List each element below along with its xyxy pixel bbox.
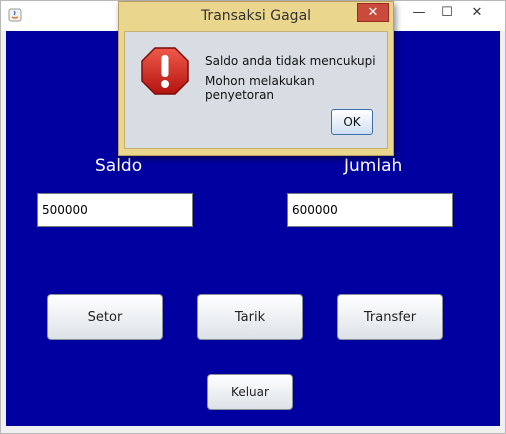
error-stop-icon bbox=[141, 47, 189, 95]
error-dialog: Transaksi Gagal ✕ Saldo anda tidak mencu… bbox=[118, 1, 394, 156]
ok-button[interactable]: OK bbox=[331, 109, 373, 135]
close-button[interactable]: ✕ bbox=[463, 1, 491, 23]
saldo-field[interactable]: 500000 bbox=[37, 193, 193, 227]
jumlah-field[interactable]: 600000 bbox=[287, 193, 453, 227]
keluar-button[interactable]: Keluar bbox=[207, 374, 293, 410]
maximize-button[interactable]: ☐ bbox=[433, 1, 461, 23]
dialog-message-line1: Saldo anda tidak mencukupi bbox=[205, 54, 376, 68]
saldo-label: Saldo bbox=[95, 156, 143, 176]
dialog-title: Transaksi Gagal bbox=[200, 8, 312, 24]
java-icon bbox=[8, 8, 22, 22]
dialog-close-button[interactable]: ✕ bbox=[357, 3, 389, 22]
minimize-button[interactable]: — bbox=[405, 1, 433, 23]
dialog-body: Saldo anda tidak mencukupi Mohon melakuk… bbox=[124, 31, 388, 149]
dialog-message-line2: Mohon melakukan penyetoran bbox=[205, 74, 315, 102]
tarik-button[interactable]: Tarik bbox=[197, 294, 303, 340]
transfer-button[interactable]: Transfer bbox=[337, 294, 443, 340]
jumlah-label: Jumlah bbox=[344, 156, 403, 176]
setor-button[interactable]: Setor bbox=[47, 294, 163, 340]
